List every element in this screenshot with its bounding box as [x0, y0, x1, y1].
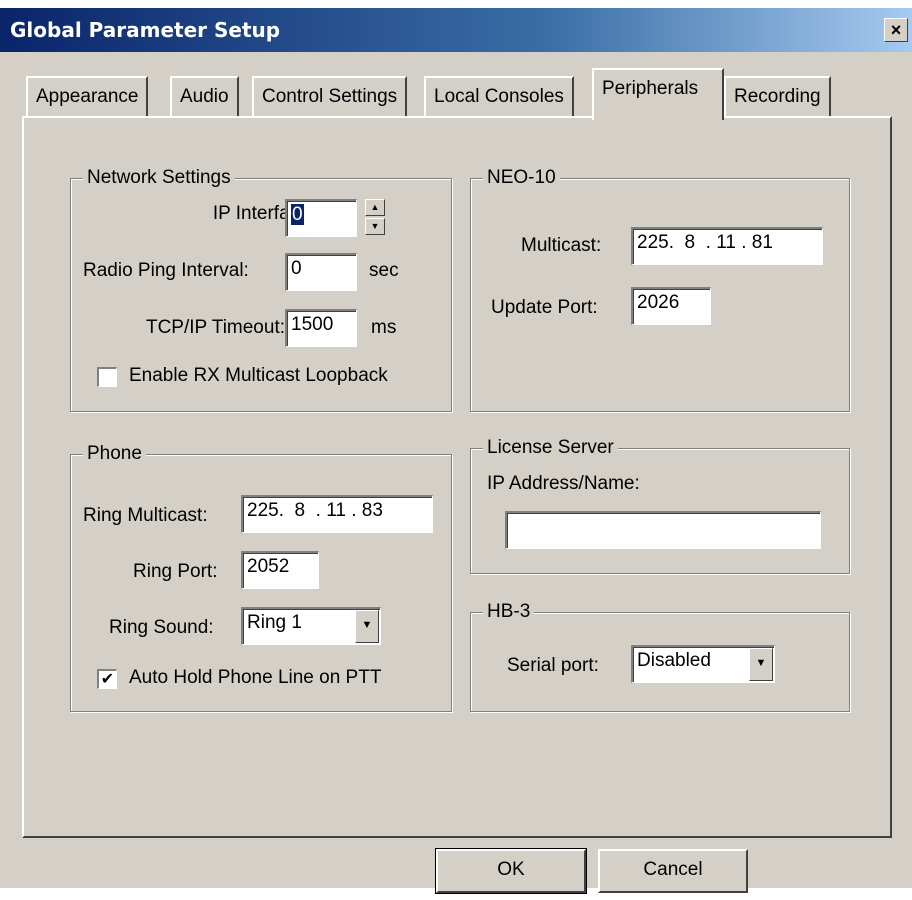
- spin-down-button[interactable]: ▼: [365, 218, 385, 235]
- ip-interface-input[interactable]: 0: [285, 199, 357, 237]
- serial-port-value: Disabled: [637, 650, 711, 671]
- license-server-group: License Server IP Address/Name:: [470, 437, 850, 574]
- update-port-input[interactable]: 2026: [631, 287, 711, 325]
- peripherals-panel: Network Settings IP Interface: 0 ▲ ▼ Rad…: [22, 116, 892, 838]
- ring-sound-select[interactable]: Ring 1 ▼: [241, 607, 381, 645]
- ring-port-label: Ring Port:: [133, 561, 218, 582]
- tab-recording[interactable]: Recording: [724, 76, 831, 116]
- tcp-timeout-input[interactable]: 1500: [285, 309, 357, 347]
- global-parameter-dialog: Global Parameter Setup × Appearance Audi…: [0, 8, 912, 894]
- close-button[interactable]: ×: [884, 18, 908, 42]
- phone-legend: Phone: [83, 443, 146, 465]
- serial-port-label: Serial port:: [507, 655, 599, 676]
- hb3-group: HB-3 Serial port: Disabled ▼: [470, 601, 850, 712]
- neo10-multicast-input[interactable]: 225. 8 . 11 . 81: [631, 227, 823, 265]
- license-ip-label: IP Address/Name:: [487, 473, 640, 494]
- radio-ping-unit: sec: [369, 260, 399, 281]
- title-bar[interactable]: Global Parameter Setup ×: [0, 8, 912, 52]
- spin-down-icon: ▼: [370, 221, 380, 231]
- ok-button[interactable]: OK: [435, 848, 587, 894]
- update-port-value: 2026: [637, 292, 680, 313]
- multicast-loopback-label[interactable]: Enable RX Multicast Loopback: [129, 365, 388, 387]
- window-title: Global Parameter Setup: [10, 18, 281, 42]
- serial-port-dropdown-button[interactable]: ▼: [749, 648, 773, 681]
- ring-sound-dropdown-button[interactable]: ▼: [355, 610, 379, 643]
- radio-ping-input[interactable]: 0: [285, 253, 357, 291]
- tab-peripherals[interactable]: Peripherals: [592, 68, 724, 120]
- neo10-group: NEO-10 Multicast: 225. 8 . 11 . 81 Updat…: [470, 167, 850, 412]
- tab-label: Recording: [734, 86, 821, 107]
- chevron-down-icon: ▼: [755, 657, 767, 669]
- radio-ping-label: Radio Ping Interval:: [83, 260, 249, 281]
- radio-ping-value: 0: [291, 258, 302, 279]
- tab-control-settings[interactable]: Control Settings: [252, 76, 408, 116]
- ring-multicast-value: 225. 8 . 11 . 83: [247, 500, 383, 521]
- tab-local-consoles[interactable]: Local Consoles: [424, 76, 574, 116]
- network-settings-group: Network Settings IP Interface: 0 ▲ ▼ Rad…: [70, 167, 452, 412]
- tab-label: Local Consoles: [434, 86, 564, 107]
- tab-appearance[interactable]: Appearance: [26, 76, 149, 116]
- tab-label: Peripherals: [602, 78, 699, 99]
- cancel-label: Cancel: [643, 859, 703, 880]
- tab-label: Control Settings: [262, 86, 398, 107]
- tcp-timeout-value: 1500: [291, 314, 334, 335]
- tcp-timeout-label: TCP/IP Timeout:: [145, 317, 285, 338]
- close-icon: ×: [890, 20, 902, 40]
- ring-port-value: 2052: [247, 556, 290, 577]
- update-port-label: Update Port:: [491, 297, 598, 318]
- ring-multicast-input[interactable]: 225. 8 . 11 . 83: [241, 495, 433, 533]
- ring-port-input[interactable]: 2052: [241, 551, 319, 589]
- license-ip-input[interactable]: [505, 511, 821, 549]
- ok-label: OK: [497, 859, 525, 880]
- license-server-legend: License Server: [483, 437, 618, 459]
- serial-port-select[interactable]: Disabled ▼: [631, 645, 775, 683]
- multicast-loopback-checkbox[interactable]: [97, 367, 117, 387]
- phone-group: Phone Ring Multicast: 225. 8 . 11 . 83 R…: [70, 443, 452, 712]
- hb3-legend: HB-3: [483, 601, 535, 623]
- chevron-down-icon: ▼: [361, 619, 373, 631]
- auto-hold-label[interactable]: Auto Hold Phone Line on PTT: [129, 667, 381, 689]
- ip-interface-value: 0: [291, 204, 304, 225]
- spin-up-icon: ▲: [370, 202, 380, 212]
- ring-sound-value: Ring 1: [247, 612, 302, 633]
- ring-multicast-label: Ring Multicast:: [83, 505, 208, 526]
- tab-label: Appearance: [36, 86, 139, 107]
- tab-label: Audio: [180, 86, 229, 107]
- neo10-multicast-value: 225. 8 . 11 . 81: [637, 232, 773, 253]
- network-settings-legend: Network Settings: [83, 167, 235, 189]
- neo10-multicast-label: Multicast:: [521, 235, 602, 256]
- auto-hold-checkbox[interactable]: ✔: [97, 669, 117, 689]
- tab-audio[interactable]: Audio: [170, 76, 239, 116]
- check-icon: ✔: [100, 671, 115, 688]
- cancel-button[interactable]: Cancel: [598, 849, 748, 893]
- ring-sound-label: Ring Sound:: [109, 617, 214, 638]
- tcp-timeout-unit: ms: [371, 317, 397, 338]
- neo10-legend: NEO-10: [483, 167, 560, 189]
- spin-up-button[interactable]: ▲: [365, 199, 385, 216]
